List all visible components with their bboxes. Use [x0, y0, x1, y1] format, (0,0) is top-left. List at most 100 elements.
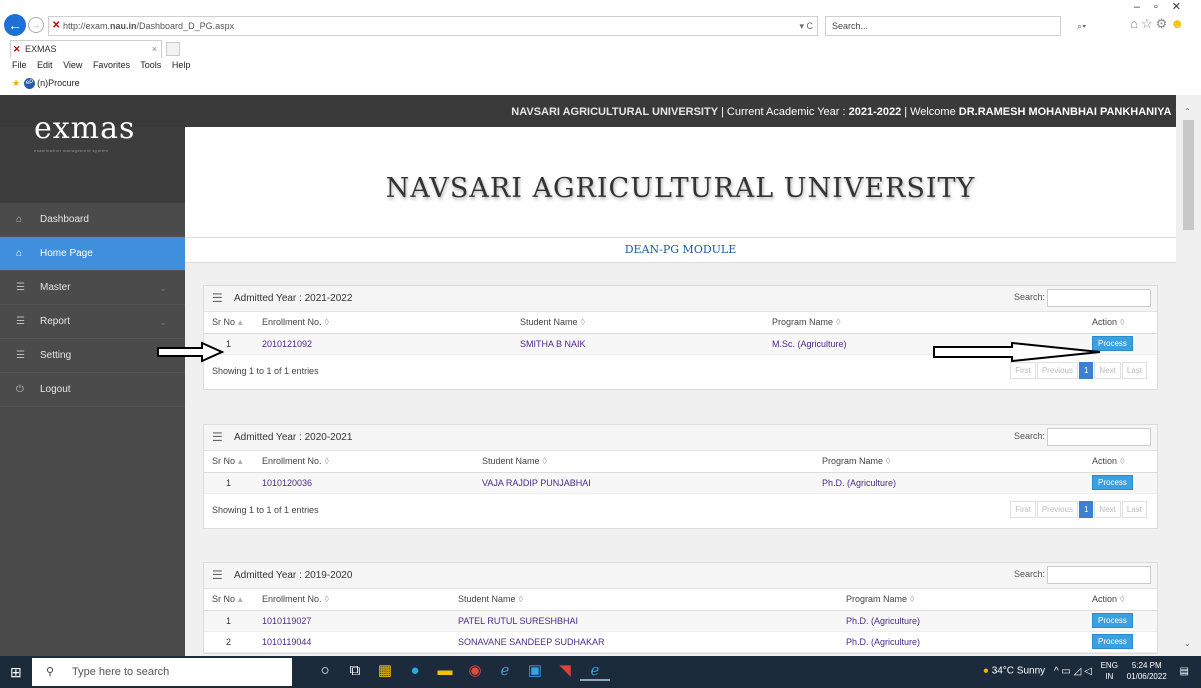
col-sr-no[interactable]: Sr No ▴	[204, 451, 254, 473]
pager-first[interactable]: First	[1010, 500, 1036, 518]
scroll-up-icon[interactable]: ⌃	[1184, 107, 1191, 116]
url-path: /Dashboard_D_PG.aspx	[136, 21, 235, 31]
sidebar-item-dashboard[interactable]: ⌂ Dashboard	[0, 203, 185, 237]
enrollment-no[interactable]: 1010119044	[254, 631, 450, 653]
col-student-name[interactable]: Student Name ◊	[474, 451, 814, 473]
chrome-icon[interactable]: ◉	[460, 661, 490, 679]
col-student-name[interactable]: Student Name ◊	[512, 312, 764, 334]
browser-toolbar-icons[interactable]: ⌂☆⚙☻	[1130, 16, 1187, 32]
sidebar-item-report[interactable]: ☰ Report ⌄	[0, 305, 185, 339]
process-button[interactable]: Process	[1092, 613, 1133, 628]
col-enrollment[interactable]: Enrollment No. ◊	[254, 589, 450, 611]
browser-search-input[interactable]: Search... ⌕▾	[825, 16, 1086, 36]
card-title: Admitted Year : 2021-2022	[234, 293, 353, 304]
program-name[interactable]: Ph.D. (Agriculture)	[838, 610, 1084, 632]
col-action[interactable]: Action ◊	[1084, 451, 1157, 473]
sr-no: 2	[204, 631, 254, 653]
menu-favorites[interactable]: Favorites	[93, 60, 130, 70]
url-domain: nau.in	[110, 21, 137, 31]
col-action[interactable]: Action ◊	[1084, 589, 1157, 611]
col-student-name[interactable]: Student Name ◊	[450, 589, 838, 611]
notifications-icon[interactable]: ▤	[1180, 666, 1189, 677]
menu-tools[interactable]: Tools	[140, 60, 161, 70]
weather-text[interactable]: 34°C Sunny	[992, 666, 1045, 677]
app-logo[interactable]: exmas	[34, 111, 135, 146]
enrollment-no[interactable]: 1010120036	[254, 472, 474, 494]
language-indicator[interactable]: ENG IN	[1101, 660, 1118, 682]
calendar-app-icon[interactable]: ▦	[370, 661, 400, 679]
col-enrollment[interactable]: Enrollment No. ◊	[254, 451, 474, 473]
page-scrollbar[interactable]: ⌃ ⌄	[1176, 95, 1201, 656]
pager-next[interactable]: Next	[1094, 361, 1121, 379]
browser-chrome: –▫✕ ← → ✕ http://exam.nau.in/Dashboard_D…	[0, 0, 1201, 95]
search-icon[interactable]: ⌕▾	[1077, 17, 1086, 35]
menu-edit[interactable]: Edit	[37, 60, 53, 70]
browser-tab[interactable]: ✕ EXMAS ×	[10, 40, 162, 58]
process-button[interactable]: Process	[1092, 634, 1133, 649]
refresh-icon[interactable]: ▾ C	[799, 17, 813, 35]
favorites-star-icon[interactable]: ★	[12, 78, 20, 88]
file-explorer-icon[interactable]: ▬	[430, 662, 460, 679]
pager-previous[interactable]: Previous	[1036, 500, 1078, 518]
tab-close-icon[interactable]: ×	[152, 41, 157, 58]
col-enrollment[interactable]: Enrollment No. ◊	[254, 312, 512, 334]
windows-start-icon[interactable]: ⊞	[10, 664, 22, 681]
col-sr-no[interactable]: Sr No ▴	[204, 589, 254, 611]
pager-page-1[interactable]: 1	[1078, 500, 1094, 518]
task-view-icon[interactable]: ⧉	[340, 662, 370, 679]
process-button[interactable]: Process	[1092, 475, 1133, 490]
col-program[interactable]: Program Name ◊	[764, 312, 1084, 334]
search-icon: ⚲	[46, 666, 55, 678]
student-name[interactable]: SONAVANE SANDEEP SUDHAKAR	[450, 631, 838, 653]
pager-previous[interactable]: Previous	[1036, 361, 1078, 379]
tray-icons[interactable]: ^ ▭ ◿ ◁	[1054, 666, 1092, 677]
sidebar: ⌂ Dashboard ⌂ Home Page ☰ Master ⌄ ☰ Report ⌄ …	[0, 127, 185, 656]
back-button[interactable]: ←	[4, 14, 26, 36]
list-icon: ☰	[16, 282, 25, 293]
taskbar-search-input[interactable]: ⚲ Type here to search	[32, 658, 292, 686]
table-search-input[interactable]	[1047, 428, 1151, 446]
scroll-thumb[interactable]	[1183, 120, 1194, 230]
window-controls[interactable]: –▫✕	[1134, 0, 1195, 13]
pager-next[interactable]: Next	[1094, 500, 1121, 518]
pager-last[interactable]: Last	[1121, 500, 1147, 518]
col-program[interactable]: Program Name ◊	[838, 589, 1084, 611]
enrollment-no[interactable]: 2010121092	[254, 333, 512, 355]
smiley-icon[interactable]: ☻	[1170, 16, 1187, 31]
col-sr-no[interactable]: Sr No ▴	[204, 312, 254, 334]
ie-icon[interactable]: ℯ	[490, 661, 520, 679]
ie-active-icon[interactable]: ℯ	[580, 661, 610, 681]
pager-first[interactable]: First	[1010, 361, 1036, 379]
new-tab-button[interactable]	[166, 42, 180, 56]
program-name[interactable]: Ph.D. (Agriculture)	[838, 631, 1084, 653]
table-search-input[interactable]	[1047, 566, 1151, 584]
admitted-year-card: ☰ Admitted Year : 2019-2020 Search: Sr N…	[203, 562, 1158, 654]
cortana-icon[interactable]: ○	[310, 662, 340, 679]
forward-button[interactable]: →	[28, 17, 44, 33]
student-name[interactable]: SMITHA B NAIK	[512, 333, 764, 355]
col-program[interactable]: Program Name ◊	[814, 451, 1084, 473]
sidebar-item-logout[interactable]: ⏻ Logout	[0, 373, 185, 407]
pdf-icon[interactable]: ◥	[550, 661, 580, 679]
address-bar[interactable]: ✕ http://exam.nau.in/Dashboard_D_PG.aspx…	[48, 16, 818, 36]
table-row: 2 1010119044 SONAVANE SANDEEP SUDHAKAR P…	[204, 631, 1157, 653]
favorite-link[interactable]: (n)Procure	[37, 78, 80, 88]
enrollment-no[interactable]: 1010119027	[254, 610, 450, 632]
menu-help[interactable]: Help	[172, 60, 191, 70]
scroll-down-icon[interactable]: ⌄	[1184, 639, 1191, 648]
pager-last[interactable]: Last	[1121, 361, 1147, 379]
clock[interactable]: 5:24 PM 01/06/2022	[1127, 660, 1167, 682]
sidebar-item-master[interactable]: ☰ Master ⌄	[0, 271, 185, 305]
edge-icon[interactable]: ●	[400, 662, 430, 679]
app-icon[interactable]: ▣	[520, 661, 550, 679]
table-search-input[interactable]	[1047, 289, 1151, 307]
menu-view[interactable]: View	[63, 60, 82, 70]
sidebar-item-home-page[interactable]: ⌂ Home Page	[0, 237, 185, 271]
menu-file[interactable]: File	[12, 60, 27, 70]
pager-page-1[interactable]: 1	[1078, 361, 1094, 379]
user-name[interactable]: DR.RAMESH MOHANBHAI PANKHANIYA	[959, 106, 1172, 118]
program-name[interactable]: Ph.D. (Agriculture)	[814, 472, 1084, 494]
student-name[interactable]: PATEL RUTUL SURESHBHAI	[450, 610, 838, 632]
student-name[interactable]: VAJA RAJDIP PUNJABHAI	[474, 472, 814, 494]
col-action[interactable]: Action ◊	[1084, 312, 1157, 334]
